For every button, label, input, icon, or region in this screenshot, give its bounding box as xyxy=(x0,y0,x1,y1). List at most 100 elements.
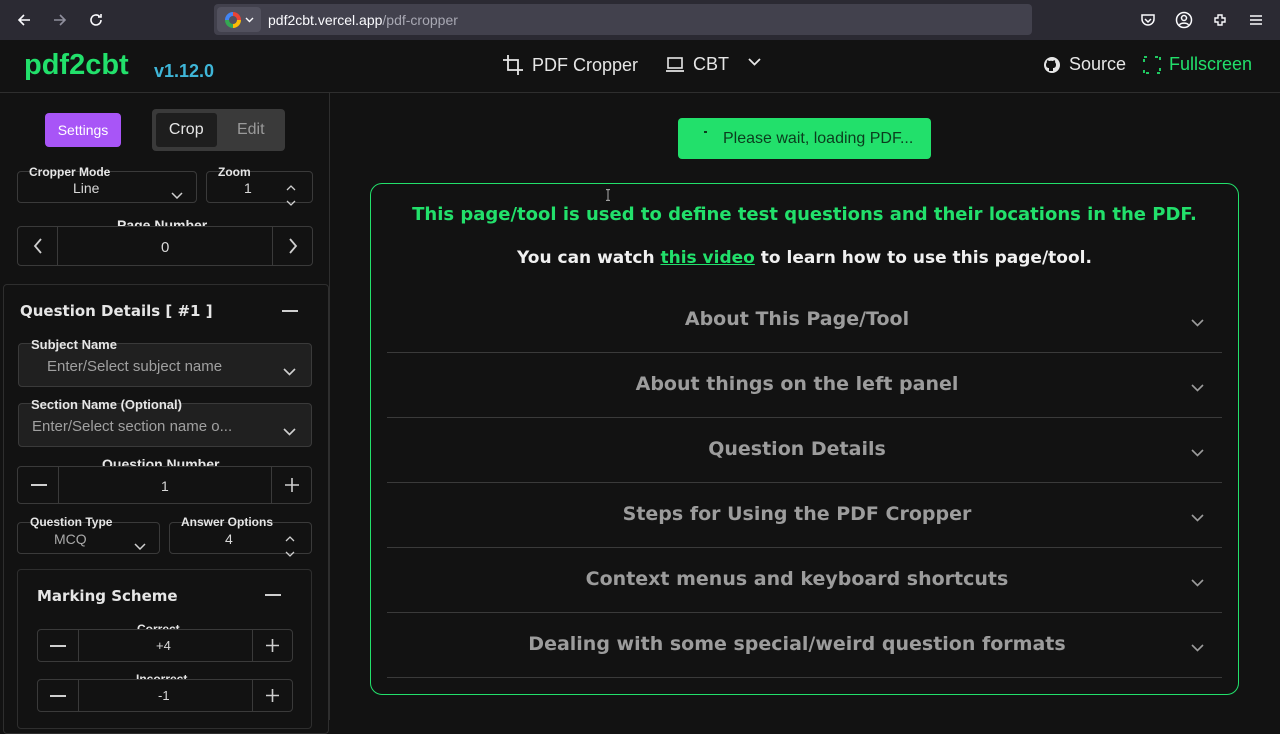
source-label: Source xyxy=(1069,54,1127,74)
menu-icon[interactable] xyxy=(1244,8,1268,32)
mode-toggle: Crop Edit xyxy=(152,109,285,151)
incorrect-decrement-button[interactable] xyxy=(38,680,78,711)
accordion-label: About things on the left panel xyxy=(635,373,959,395)
reload-icon[interactable] xyxy=(82,6,110,34)
text-cursor-icon xyxy=(606,189,610,201)
correct-decrement-button[interactable] xyxy=(38,630,78,661)
chevron-left-icon xyxy=(33,238,42,254)
loading-toast-text: Please wait, loading PDF... xyxy=(723,129,914,147)
incorrect-value[interactable]: -1 xyxy=(158,688,170,703)
search-engine-selector[interactable] xyxy=(217,7,261,32)
question-type-value: MCQ xyxy=(54,531,87,547)
accordion-about-page[interactable]: About This Page/Tool xyxy=(387,288,1222,353)
plus-icon xyxy=(284,478,299,492)
subject-name-placeholder: Enter/Select subject name xyxy=(47,358,223,375)
question-details-title: Question Details [ #1 ] xyxy=(20,302,213,320)
chevron-down-icon xyxy=(748,58,761,66)
chevron-down-icon[interactable] xyxy=(283,421,296,440)
page-prev-button[interactable] xyxy=(18,227,58,265)
nav-cbt-label: CBT xyxy=(693,54,729,74)
collapse-question-details-icon[interactable] xyxy=(282,310,298,312)
google-icon xyxy=(224,11,241,28)
github-icon xyxy=(1044,56,1060,73)
info-subline-prefix: You can watch xyxy=(517,248,661,268)
tab-edit[interactable]: Edit xyxy=(221,113,282,147)
browser-toolbar: pdf2cbt.vercel.app/pdf-cropper xyxy=(0,0,1280,40)
question-number-value[interactable]: 1 xyxy=(161,478,169,494)
crop-icon xyxy=(503,55,523,75)
minus-icon xyxy=(31,484,47,486)
chevron-down-icon[interactable] xyxy=(283,361,296,380)
video-link[interactable]: this video xyxy=(660,248,754,268)
source-link[interactable]: Source xyxy=(1043,54,1126,75)
back-icon[interactable] xyxy=(10,6,38,34)
chevron-down-icon xyxy=(1191,377,1204,396)
zoom-value: 1 xyxy=(244,180,252,196)
version-label: v1.12.0 xyxy=(154,61,215,81)
chevron-down-icon xyxy=(134,535,146,554)
extensions-icon[interactable] xyxy=(1208,8,1232,32)
collapse-marking-scheme-icon[interactable] xyxy=(265,594,281,596)
minus-icon xyxy=(50,695,66,697)
account-icon[interactable] xyxy=(1172,8,1196,32)
forward-icon[interactable] xyxy=(46,6,74,34)
info-subline-suffix: to learn how to use this page/tool. xyxy=(754,248,1092,268)
fullscreen-button[interactable]: Fullscreen xyxy=(1143,54,1252,75)
chevron-right-icon xyxy=(288,238,297,254)
chevron-down-icon xyxy=(171,184,183,203)
cropper-mode-label: Cropper Mode xyxy=(29,165,111,179)
url-text: pdf2cbt.vercel.app/pdf-cropper xyxy=(268,11,458,28)
chevron-down-icon xyxy=(1191,312,1204,331)
accordion-label: About This Page/Tool xyxy=(684,308,910,330)
subject-name-label: Subject Name xyxy=(31,337,117,352)
chevron-down-icon xyxy=(1191,442,1204,461)
nav-pdf-cropper[interactable]: PDF Cropper xyxy=(502,54,638,76)
accordion-steps[interactable]: Steps for Using the PDF Cropper xyxy=(387,483,1222,548)
page-next-button[interactable] xyxy=(273,227,312,265)
chevron-down-icon xyxy=(1191,507,1204,526)
address-bar[interactable]: pdf2cbt.vercel.app/pdf-cropper xyxy=(214,4,1032,35)
accordion-shortcuts[interactable]: Context menus and keyboard shortcuts xyxy=(387,548,1222,613)
incorrect-increment-button[interactable] xyxy=(253,680,292,711)
fullscreen-label: Fullscreen xyxy=(1169,54,1253,74)
chevron-down-icon xyxy=(1191,637,1204,656)
nav-pdf-cropper-label: PDF Cropper xyxy=(532,54,639,75)
question-increment-button[interactable] xyxy=(272,467,311,503)
question-decrement-button[interactable] xyxy=(18,467,58,503)
correct-increment-button[interactable] xyxy=(253,630,292,661)
nav-cbt[interactable]: CBT xyxy=(665,54,729,75)
question-type-label: Question Type xyxy=(30,515,113,529)
nav-more-dropdown[interactable] xyxy=(748,58,761,66)
cropper-mode-value: Line xyxy=(73,180,100,196)
loading-toast: Please wait, loading PDF... xyxy=(678,118,931,159)
accordion-label: Dealing with some special/weird question… xyxy=(528,633,1066,655)
answer-options-value: 4 xyxy=(225,531,233,547)
accordion-left-panel[interactable]: About things on the left panel xyxy=(387,353,1222,418)
marking-scheme-title: Marking Scheme xyxy=(37,587,178,605)
plus-icon xyxy=(266,639,279,652)
pocket-icon[interactable] xyxy=(1136,8,1160,32)
laptop-icon xyxy=(666,56,684,72)
correct-value[interactable]: +4 xyxy=(156,638,171,653)
spinner-icon xyxy=(698,130,714,147)
zoom-decrement-icon[interactable] xyxy=(286,191,296,210)
fullscreen-icon xyxy=(1143,55,1161,74)
brand-logo[interactable]: pdf2cbt xyxy=(24,49,129,82)
page-number-value[interactable]: 0 xyxy=(161,239,169,256)
accordion-question-details[interactable]: Question Details xyxy=(387,418,1222,483)
accordion-special-formats[interactable]: Dealing with some special/weird question… xyxy=(387,613,1222,678)
left-panel: Settings Crop Edit Cropper Mode Line Zoo… xyxy=(0,93,330,734)
options-decrement-icon[interactable] xyxy=(285,542,295,561)
app-header: pdf2cbt v1.12.0 PDF Cropper CBT Source F… xyxy=(0,40,1280,93)
minus-icon xyxy=(50,645,66,647)
section-name-label: Section Name (Optional) xyxy=(31,397,182,412)
section-name-placeholder: Enter/Select section name o... xyxy=(32,418,233,435)
tab-crop[interactable]: Crop xyxy=(156,113,217,147)
answer-options-label: Answer Options xyxy=(181,515,274,529)
settings-button[interactable]: Settings xyxy=(45,113,121,147)
chevron-down-icon xyxy=(245,17,253,22)
accordion-label: Context menus and keyboard shortcuts xyxy=(585,568,1009,590)
accordion-label: Question Details xyxy=(708,438,886,460)
chevron-down-icon xyxy=(1191,572,1204,591)
zoom-label: Zoom xyxy=(218,165,251,179)
